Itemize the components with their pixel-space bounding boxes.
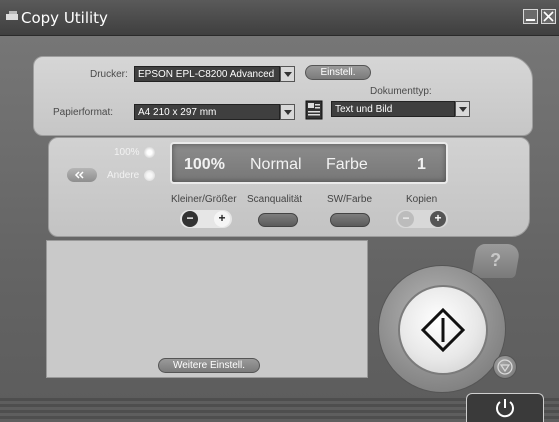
window-title: Copy Utility <box>21 9 108 27</box>
minimize-button[interactable] <box>523 9 538 24</box>
display-copies: 1 <box>417 156 426 173</box>
zoom-arrows-button[interactable] <box>67 168 97 182</box>
minimize-icon <box>526 19 535 21</box>
help-button[interactable]: ? <box>471 244 521 278</box>
size-decrease-button[interactable]: − <box>182 211 198 227</box>
display-zoom: 100% <box>184 156 225 173</box>
setup-button[interactable]: Einstell. <box>305 65 371 80</box>
power-button[interactable] <box>466 393 544 422</box>
zoom-other-radio[interactable] <box>144 170 155 181</box>
double-arrow-icon <box>74 171 84 179</box>
size-label: Kleiner/Größer <box>171 194 237 205</box>
copies-decrease-button[interactable]: − <box>398 211 414 227</box>
zoom-100-label: 100% <box>114 147 140 158</box>
copy-status-display: 100% Normal Farbe 1 <box>170 142 448 184</box>
app-icon <box>6 11 18 20</box>
paper-format-dropdown-arrow[interactable] <box>280 104 295 120</box>
scan-quality-button[interactable] <box>258 213 298 227</box>
copies-increase-button[interactable]: + <box>430 211 446 227</box>
paper-format-select[interactable]: A4 210 x 297 mm <box>134 104 280 120</box>
more-settings-button[interactable]: Weitere Einstell. <box>158 358 260 373</box>
bw-color-button[interactable] <box>330 213 370 227</box>
copies-label: Kopien <box>406 194 438 205</box>
display-quality: Normal <box>250 156 302 173</box>
bw-color-label: SW/Farbe <box>327 194 373 205</box>
document-type-label: Dokumenttyp: <box>370 86 432 97</box>
size-increase-button[interactable]: + <box>214 211 230 227</box>
document-type-dropdown-arrow[interactable] <box>455 101 470 117</box>
power-icon <box>496 399 514 418</box>
zoom-100-radio[interactable] <box>144 147 155 158</box>
printer-dropdown-arrow[interactable] <box>280 66 295 82</box>
start-copy-button[interactable] <box>398 285 488 375</box>
display-color: Farbe <box>326 156 368 173</box>
stop-icon <box>497 359 513 375</box>
close-button[interactable] <box>541 9 556 24</box>
title-bar: Copy Utility <box>0 0 559 36</box>
stop-button[interactable] <box>493 355 517 379</box>
help-icon: ? <box>490 250 502 270</box>
scan-quality-label: Scanqualität <box>247 194 303 205</box>
close-icon <box>543 11 554 22</box>
start-icon <box>420 307 466 353</box>
printer-select[interactable]: EPSON EPL-C8200 Advanced <box>134 66 280 82</box>
document-type-icon <box>305 100 323 120</box>
paper-format-label: Papierformat: <box>53 107 114 118</box>
zoom-other-label: Andere <box>107 170 140 181</box>
printer-label: Drucker: <box>90 69 128 80</box>
document-type-select[interactable]: Text und Bild <box>331 101 455 117</box>
